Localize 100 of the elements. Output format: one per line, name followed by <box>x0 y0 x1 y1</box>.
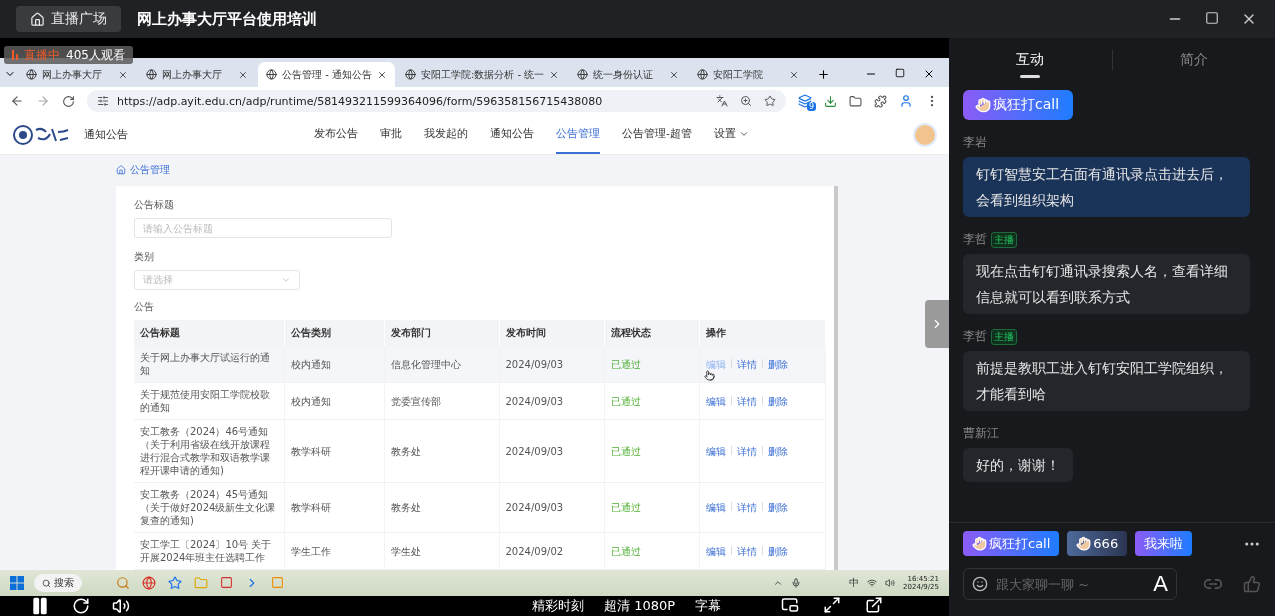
close-icon[interactable] <box>118 69 128 80</box>
speaker-icon[interactable] <box>885 578 896 588</box>
action-link[interactable]: 编辑 <box>705 502 726 513</box>
close-icon[interactable] <box>923 68 935 80</box>
download-icon[interactable] <box>824 94 837 108</box>
table-cell: 安工教务（2024）45号通知（关于做好2024级新生文化课复查的通知) <box>134 482 284 533</box>
restore-icon[interactable] <box>895 68 905 78</box>
pause-icon[interactable] <box>30 596 50 616</box>
player-button[interactable]: 字幕 <box>695 597 722 615</box>
extensions-icon[interactable] <box>874 94 887 108</box>
pop-out-icon[interactable] <box>865 596 883 614</box>
action-link[interactable]: 详情 <box>736 358 757 370</box>
microphone-icon[interactable] <box>791 578 802 588</box>
author-name: 李哲 <box>963 328 987 345</box>
app-icon[interactable] <box>168 576 182 590</box>
fullscreen-icon[interactable] <box>823 596 841 614</box>
nav-link[interactable]: 公告管理-超管 <box>622 115 692 154</box>
action-link[interactable]: 删除 <box>767 395 788 407</box>
globe-icon <box>404 69 416 80</box>
action-link[interactable]: 详情 <box>736 502 757 513</box>
profile-icon[interactable] <box>899 94 913 108</box>
globe-icon <box>146 69 157 80</box>
picture-in-picture-icon[interactable] <box>781 596 799 614</box>
quick-reply-button[interactable]: 疯狂打call <box>963 531 1060 556</box>
chat-tab[interactable]: 简介 <box>1112 38 1275 82</box>
address-bar[interactable]: https://adp.ayit.edu.cn/adp/runtime/581493211599364096/form/596358156715438080 <box>87 90 786 112</box>
action-link[interactable]: 编辑 <box>705 445 726 457</box>
action-link[interactable]: 删除 <box>767 545 788 557</box>
action-link[interactable]: 编辑 <box>705 395 726 407</box>
folder-icon[interactable] <box>849 94 862 108</box>
browser-tab[interactable]: 安阳工学院 <box>689 62 808 87</box>
table-cell: 校内通知 <box>284 382 384 420</box>
table-cell: 教学科研 <box>284 482 384 533</box>
browser-tab[interactable]: 网上办事大厅 <box>138 62 256 87</box>
bookmark-icon[interactable] <box>764 95 776 107</box>
browser-tab[interactable]: 公告管理 - 通知公告 <box>258 62 395 87</box>
quick-reply-button[interactable]: 666 <box>1067 531 1128 556</box>
volume-icon[interactable] <box>112 597 130 615</box>
column-header: 公告标题 <box>134 320 284 346</box>
home-button[interactable]: 直播广场 <box>16 6 121 32</box>
nav-link[interactable]: 审批 <box>380 115 402 154</box>
emoji-icon[interactable] <box>972 576 988 592</box>
nav-link[interactable]: 发布公告 <box>314 115 358 154</box>
extension-badge: 9 <box>806 102 816 111</box>
live-indicator-icon <box>12 50 18 60</box>
nav-link[interactable]: 通知公告 <box>490 115 534 154</box>
maximize-icon[interactable] <box>1205 11 1219 25</box>
title-input[interactable]: 请输入公告标题 <box>134 218 392 238</box>
chat-tab[interactable]: 互动 <box>949 38 1112 82</box>
close-icon[interactable] <box>549 69 560 80</box>
table-cell: 2024/09/03 <box>499 382 604 420</box>
browser-tab[interactable]: 统一身份认证 <box>569 62 688 87</box>
office-icon[interactable] <box>220 576 233 589</box>
font-style-button[interactable]: A <box>1153 571 1168 597</box>
nav-link[interactable]: 我发起的 <box>424 115 468 154</box>
close-icon[interactable] <box>376 69 387 80</box>
chevron-icon <box>281 275 291 285</box>
player-button[interactable]: 精彩时刻 <box>532 597 584 615</box>
host-badge: 主播 <box>991 328 1017 345</box>
wifi-icon[interactable] <box>867 578 878 588</box>
browser-icon[interactable] <box>142 576 156 590</box>
zoom-icon[interactable] <box>740 95 752 107</box>
action-link[interactable]: 详情 <box>736 545 757 557</box>
taskbar-search[interactable]: 搜索 <box>34 574 82 592</box>
new-tab-icon[interactable] <box>817 68 831 81</box>
table-cell: 关于规范使用安阳工学院校歌的通知 <box>134 382 284 420</box>
player-button[interactable]: 超清 1080P <box>604 597 676 615</box>
action-link[interactable]: 删除 <box>767 445 788 457</box>
translate-icon[interactable] <box>716 95 728 107</box>
close-icon[interactable] <box>238 69 248 80</box>
browser-tab[interactable]: 网上办事大厅 <box>18 62 136 87</box>
table-cell: 学生处 <box>384 532 499 570</box>
window-title: 网上办事大厅平台使用培训 <box>137 9 317 29</box>
field-label: 类别 <box>134 250 155 264</box>
table-cell: 关于网上办事大厅试运行的通知 <box>134 346 284 383</box>
chat-message: 好的，谢谢！ <box>963 448 1073 482</box>
refresh-icon[interactable] <box>72 597 90 615</box>
status-text: 已通过 <box>610 395 641 407</box>
action-link[interactable]: 删除 <box>767 502 788 513</box>
clapping-hand-icon <box>972 536 987 551</box>
status-text: 已通过 <box>610 358 641 370</box>
live-status: 直播中 <box>24 46 60 64</box>
viewer-count: 405人观看 <box>66 46 125 64</box>
reload-icon[interactable] <box>62 94 75 108</box>
action-link[interactable]: 删除 <box>767 358 788 370</box>
action-link[interactable]: 详情 <box>736 445 757 457</box>
table-cell: 2024/09/03 <box>499 346 604 383</box>
back-icon[interactable] <box>10 94 24 108</box>
breadcrumb[interactable]: 公告管理 <box>116 163 949 177</box>
close-icon[interactable] <box>669 69 680 80</box>
browser-tab[interactable]: 安阳工学院:数据分析 - 统一 <box>396 62 568 87</box>
table-cell: 校内通知 <box>284 346 384 383</box>
action-link[interactable]: 编辑 <box>705 545 726 557</box>
action-link[interactable]: 详情 <box>736 395 757 407</box>
site-settings-icon[interactable] <box>97 95 109 107</box>
input-method-indicator[interactable]: 中 <box>849 576 860 590</box>
nav-link[interactable]: 设置 <box>714 115 749 154</box>
tray-expand-icon[interactable] <box>773 578 784 588</box>
close-icon[interactable] <box>789 69 800 80</box>
quick-reply-button[interactable]: 我来啦 <box>1135 531 1193 556</box>
